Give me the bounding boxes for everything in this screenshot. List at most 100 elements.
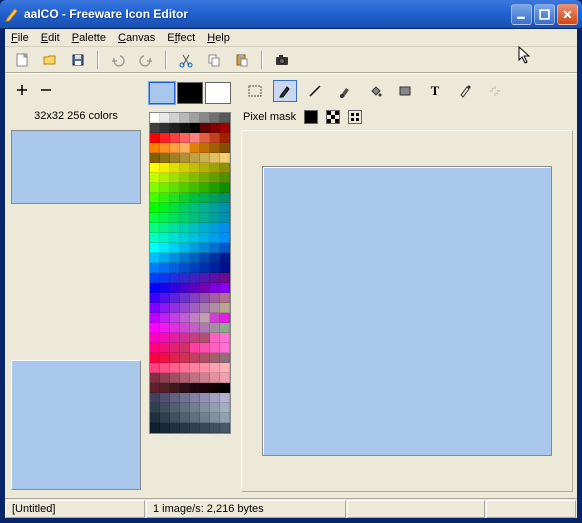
palette-color[interactable] — [150, 293, 160, 303]
palette-color[interactable] — [180, 143, 190, 153]
palette-color[interactable] — [150, 373, 160, 383]
palette-color[interactable] — [150, 343, 160, 353]
palette-color[interactable] — [150, 253, 160, 263]
foreground-color[interactable] — [149, 82, 175, 104]
palette-color[interactable] — [160, 123, 170, 133]
palette-color[interactable] — [170, 213, 180, 223]
palette-color[interactable] — [190, 143, 200, 153]
palette-color[interactable] — [190, 253, 200, 263]
palette-color[interactable] — [200, 213, 210, 223]
palette-color[interactable] — [210, 153, 220, 163]
palette-color[interactable] — [150, 213, 160, 223]
palette-color[interactable] — [150, 273, 160, 283]
palette-color[interactable] — [160, 143, 170, 153]
palette-color[interactable] — [210, 383, 220, 393]
palette-color[interactable] — [220, 423, 230, 433]
palette-color[interactable] — [200, 303, 210, 313]
palette-color[interactable] — [170, 383, 180, 393]
palette-color[interactable] — [180, 423, 190, 433]
palette-color[interactable] — [200, 413, 210, 423]
palette-color[interactable] — [200, 363, 210, 373]
palette-color[interactable] — [160, 153, 170, 163]
palette-color[interactable] — [170, 143, 180, 153]
palette-color[interactable] — [160, 353, 170, 363]
palette-color[interactable] — [200, 293, 210, 303]
palette-color[interactable] — [210, 123, 220, 133]
palette-color[interactable] — [210, 343, 220, 353]
palette-color[interactable] — [160, 263, 170, 273]
menu-palette[interactable]: Palette — [72, 32, 106, 44]
palette-color[interactable] — [150, 233, 160, 243]
palette-color[interactable] — [180, 183, 190, 193]
palette-color[interactable] — [170, 183, 180, 193]
palette-color[interactable] — [190, 123, 200, 133]
palette-color[interactable] — [200, 403, 210, 413]
picker-tool[interactable] — [453, 80, 477, 102]
palette-color[interactable] — [180, 353, 190, 363]
palette-color[interactable] — [210, 183, 220, 193]
palette-color[interactable] — [170, 233, 180, 243]
palette-color[interactable] — [200, 113, 210, 123]
palette-color[interactable] — [180, 283, 190, 293]
palette-color[interactable] — [210, 273, 220, 283]
palette-color[interactable] — [220, 143, 230, 153]
palette-color[interactable] — [180, 223, 190, 233]
pencil-tool[interactable] — [273, 80, 297, 102]
palette-color[interactable] — [210, 403, 220, 413]
palette-color[interactable] — [160, 113, 170, 123]
palette-color[interactable] — [200, 383, 210, 393]
palette-color[interactable] — [190, 223, 200, 233]
palette-color[interactable] — [190, 133, 200, 143]
line-tool[interactable] — [303, 80, 327, 102]
palette-color[interactable] — [160, 243, 170, 253]
palette-color[interactable] — [160, 393, 170, 403]
palette-color[interactable] — [180, 323, 190, 333]
palette-color[interactable] — [200, 133, 210, 143]
palette-color[interactable] — [150, 353, 160, 363]
palette-color[interactable] — [190, 353, 200, 363]
palette-color[interactable] — [180, 133, 190, 143]
palette-color[interactable] — [150, 383, 160, 393]
palette-color[interactable] — [150, 303, 160, 313]
palette-color[interactable] — [150, 363, 160, 373]
palette-color[interactable] — [220, 393, 230, 403]
undo-button[interactable] — [107, 49, 129, 71]
palette-color[interactable] — [210, 353, 220, 363]
palette-color[interactable] — [200, 423, 210, 433]
palette-color[interactable] — [170, 403, 180, 413]
paste-button[interactable] — [231, 49, 253, 71]
palette-color[interactable] — [160, 273, 170, 283]
palette-color[interactable] — [210, 193, 220, 203]
palette-color[interactable] — [180, 273, 190, 283]
palette-color[interactable] — [220, 353, 230, 363]
palette-color[interactable] — [190, 303, 200, 313]
palette-color[interactable] — [190, 283, 200, 293]
select-tool[interactable] — [243, 80, 267, 102]
palette-color[interactable] — [220, 243, 230, 253]
palette-color[interactable] — [210, 133, 220, 143]
palette-color[interactable] — [160, 313, 170, 323]
palette-color[interactable] — [220, 203, 230, 213]
palette-color[interactable] — [220, 193, 230, 203]
palette-color[interactable] — [160, 193, 170, 203]
wand-tool[interactable] — [483, 80, 507, 102]
palette-color[interactable] — [200, 393, 210, 403]
palette-color[interactable] — [170, 263, 180, 273]
palette-color[interactable] — [170, 343, 180, 353]
palette-color[interactable] — [200, 183, 210, 193]
palette-color[interactable] — [200, 353, 210, 363]
palette-color[interactable] — [180, 393, 190, 403]
menu-edit[interactable]: Edit — [41, 32, 60, 44]
icon-thumbnail[interactable] — [11, 130, 141, 204]
palette-color[interactable] — [150, 183, 160, 193]
palette-color[interactable] — [180, 413, 190, 423]
palette-color[interactable] — [210, 323, 220, 333]
palette-color[interactable] — [220, 343, 230, 353]
palette-color[interactable] — [180, 123, 190, 133]
palette-color[interactable] — [150, 263, 160, 273]
palette-color[interactable] — [180, 363, 190, 373]
rect-tool[interactable] — [393, 80, 417, 102]
palette-color[interactable] — [190, 273, 200, 283]
palette-color[interactable] — [180, 313, 190, 323]
palette-color[interactable] — [220, 363, 230, 373]
